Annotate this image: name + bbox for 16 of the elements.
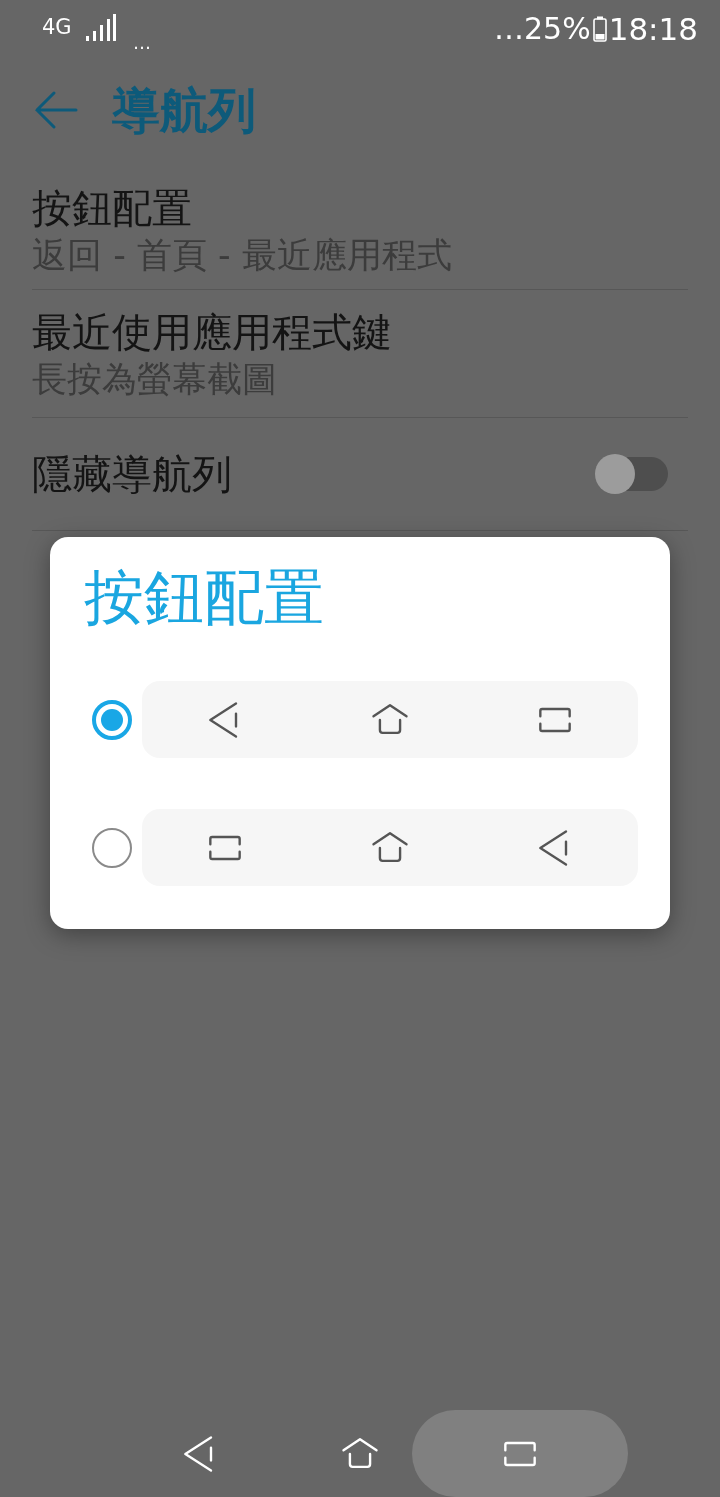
notification-overflow: … [133, 32, 151, 53]
screen-title: 導航列 [112, 81, 256, 140]
button-layout-preview[interactable] [142, 809, 638, 886]
dialog-title: 按鈕配置 [84, 561, 325, 634]
signal-icon [85, 14, 116, 42]
toggle-switch[interactable] [598, 457, 668, 491]
button-layout-preview[interactable] [142, 681, 638, 758]
clock: 18:18 [608, 12, 698, 46]
setting-title: 最近使用應用程式鍵 [32, 307, 393, 357]
network-type: 4G [42, 14, 72, 40]
battery-icon [592, 16, 607, 42]
radio-button[interactable] [92, 827, 132, 868]
radio-button[interactable] [92, 699, 132, 740]
battery-percentage: …25% [493, 12, 591, 46]
setting-title: 隱藏導航列 [32, 450, 233, 499]
setting-title: 按鈕配置 [32, 183, 193, 233]
